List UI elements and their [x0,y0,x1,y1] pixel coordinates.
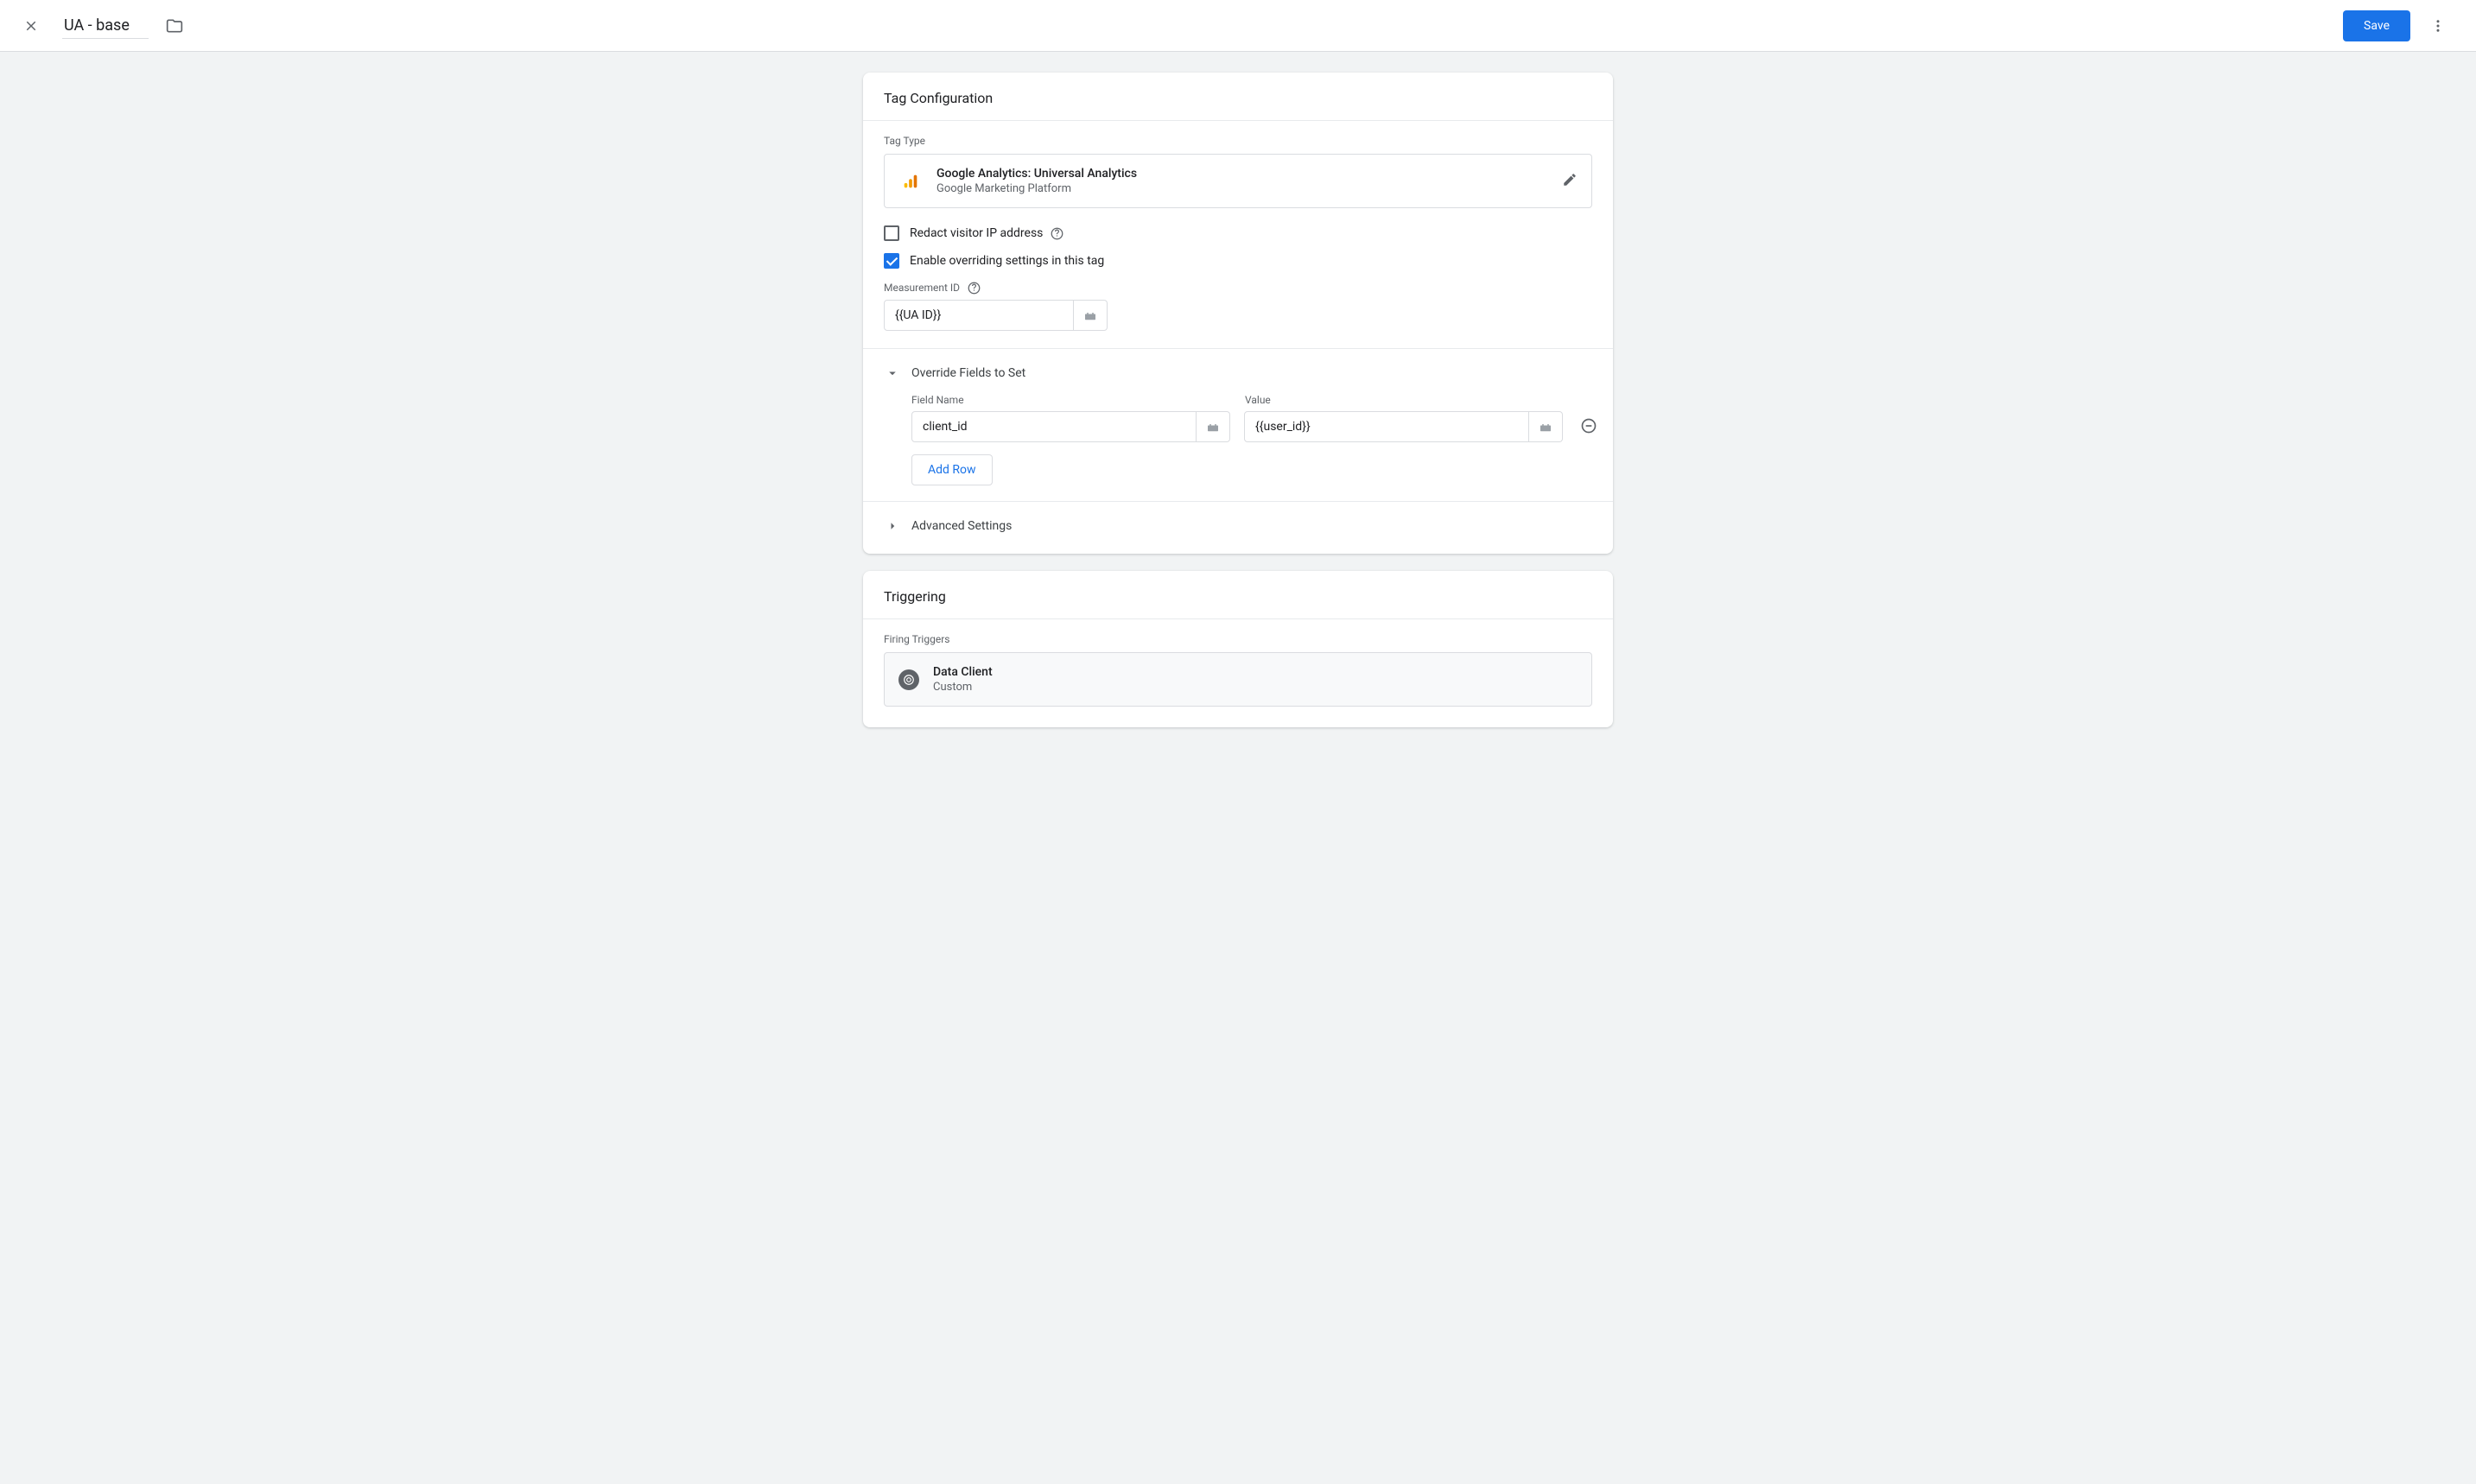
tag-name-input[interactable] [62,13,149,39]
tag-type-subtitle: Google Marketing Platform [936,182,1562,195]
variable-brick-icon [1082,308,1098,323]
override-settings-checkbox[interactable] [884,253,899,269]
measurement-id-label: Measurement ID [884,282,960,294]
chevron-right-icon [885,518,900,534]
measurement-id-variable-button[interactable] [1074,300,1108,331]
pencil-icon [1562,172,1578,187]
field-value-input[interactable] [1244,411,1529,442]
more-menu-button[interactable] [2421,9,2455,43]
chevron-down-icon [885,365,900,381]
field-name-input[interactable] [911,411,1197,442]
triggering-card: Triggering Firing Triggers Data Client C… [863,571,1613,727]
trigger-item[interactable]: Data Client Custom [884,652,1592,707]
advanced-settings-title: Advanced Settings [911,519,1012,533]
advanced-settings-toggle[interactable]: Advanced Settings [884,517,1592,535]
trigger-name: Data Client [933,665,1578,679]
variable-brick-icon [1538,419,1553,434]
override-fields-title: Override Fields to Set [911,366,1025,380]
tag-type-label: Tag Type [884,135,1592,147]
variable-brick-icon [1205,419,1221,434]
field-value-variable-button[interactable] [1529,411,1563,442]
folder-icon [166,17,183,35]
override-fields-toggle[interactable]: Override Fields to Set [884,365,1592,382]
edit-tag-type-button[interactable] [1562,172,1578,191]
tag-configuration-card: Tag Configuration Tag Type Google Analyt… [863,73,1613,554]
trigger-type: Custom [933,681,1578,694]
remove-circle-icon [1580,417,1597,434]
redact-ip-checkbox[interactable] [884,225,899,241]
field-name-variable-button[interactable] [1197,411,1230,442]
override-settings-label: Enable overriding settings in this tag [910,254,1104,268]
measurement-id-input[interactable] [884,300,1074,331]
close-button[interactable] [21,16,41,36]
more-vert-icon [2430,18,2446,34]
redact-ip-label: Redact visitor IP address [910,226,1043,240]
folder-button[interactable] [166,17,183,35]
measurement-id-help[interactable] [967,281,981,295]
analytics-icon [898,169,923,193]
tag-type-selector[interactable]: Google Analytics: Universal Analytics Go… [884,154,1592,208]
triggering-title: Triggering [863,571,1613,618]
redact-ip-help[interactable] [1050,226,1063,240]
tag-type-name: Google Analytics: Universal Analytics [936,167,1562,181]
field-name-header: Field Name [911,394,1231,406]
remove-row-button[interactable] [1580,415,1597,436]
add-row-button[interactable]: Add Row [911,454,993,485]
field-value-header: Value [1245,394,1565,406]
close-icon [23,18,39,34]
firing-triggers-label: Firing Triggers [884,633,1592,645]
save-button[interactable]: Save [2343,10,2410,41]
help-icon [968,282,981,295]
help-icon [1051,227,1063,240]
custom-trigger-icon [898,669,919,690]
tag-config-title: Tag Configuration [863,73,1613,120]
